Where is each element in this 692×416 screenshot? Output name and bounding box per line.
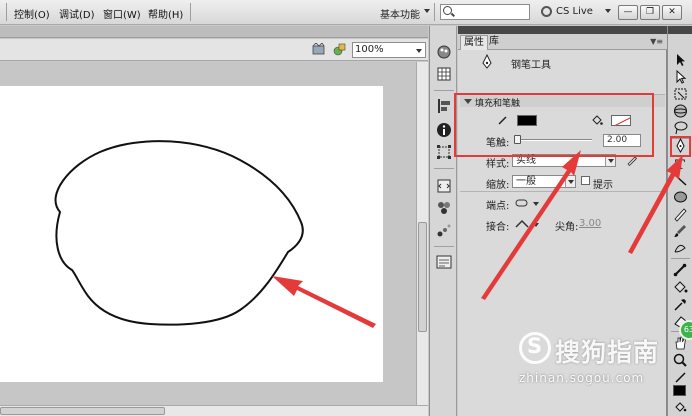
bone-tool-icon[interactable]	[672, 262, 689, 278]
lemon-outline-drawing	[54, 140, 304, 326]
lasso-tool-icon[interactable]	[672, 120, 689, 136]
chevron-down-icon[interactable]	[533, 223, 539, 227]
free-transform-tool-icon[interactable]	[672, 86, 689, 102]
panel-tabs: 属性 库 ▼≡	[458, 34, 667, 50]
scale-label: 缩放:	[486, 180, 510, 191]
dock-separator	[434, 90, 454, 91]
pencil-tool-icon[interactable]	[672, 206, 689, 222]
oval-tool-icon[interactable]	[672, 189, 689, 205]
text-tool-icon[interactable]: T	[672, 155, 689, 171]
section-divider	[460, 191, 665, 192]
logo-letter: S	[527, 334, 543, 358]
scale-select[interactable]: 一般	[512, 175, 576, 188]
info-panel-icon[interactable]	[436, 122, 452, 138]
color-panel-icon[interactable]	[436, 44, 452, 60]
chevron-down-icon[interactable]	[605, 9, 611, 13]
transform-panel-icon[interactable]	[436, 144, 452, 160]
tab-library[interactable]: 库	[486, 35, 502, 50]
hint-label: 提示	[593, 180, 613, 191]
eyedropper-tool-icon[interactable]	[672, 296, 689, 312]
cap-style-icon[interactable]	[514, 198, 530, 208]
selection-tool-icon[interactable]	[672, 52, 689, 68]
scale-value: 一般	[516, 176, 536, 187]
lemon-shape	[54, 140, 304, 326]
scroll-thumb[interactable]	[418, 222, 427, 332]
swatches-panel-icon[interactable]	[436, 66, 452, 82]
3d-rotation-tool-icon[interactable]	[672, 103, 689, 119]
chevron-down-icon	[565, 176, 575, 187]
line-tool-icon[interactable]	[672, 172, 689, 188]
scroll-thumb[interactable]	[0, 407, 165, 415]
cs-live-icon	[541, 6, 552, 17]
tab-properties[interactable]: 属性	[460, 35, 488, 50]
paint-bucket-tool-icon[interactable]	[672, 279, 689, 295]
code-snippets-icon[interactable]	[436, 178, 452, 194]
join-label: 接合:	[486, 222, 510, 233]
panel-title-bar[interactable]	[458, 26, 667, 34]
search-icon	[443, 6, 452, 15]
chevron-down-icon[interactable]	[533, 202, 539, 206]
project-panel-icon[interactable]	[436, 254, 452, 270]
dock-separator	[434, 168, 454, 169]
dock-separator	[434, 246, 454, 247]
close-button[interactable]: ✕	[662, 5, 682, 20]
tools-title-bar[interactable]	[668, 26, 692, 34]
motion-presets-icon[interactable]	[436, 222, 452, 238]
cs-live-button[interactable]: CS Live	[556, 6, 593, 17]
join-style-icon[interactable]	[514, 219, 530, 229]
sogou-watermark: S 搜狗指南 zhinan.sogou.com	[519, 330, 692, 402]
collapsed-panel-dock	[429, 26, 457, 416]
panel-menu-icon[interactable]: ▼≡	[650, 37, 663, 46]
highlight-box	[454, 93, 654, 157]
miter-label: 尖角:	[555, 222, 579, 233]
svg-text:T: T	[675, 157, 685, 171]
components-icon[interactable]	[436, 200, 452, 216]
sogou-logo-icon: S	[519, 332, 551, 364]
watermark-url: zhinan.sogou.com	[519, 371, 645, 385]
style-label: 样式:	[486, 159, 510, 170]
tool-separator	[671, 258, 690, 259]
deco-tool-icon[interactable]	[672, 240, 689, 256]
highlight-box	[670, 136, 691, 157]
subselection-tool-icon[interactable]	[672, 69, 689, 85]
minimize-button[interactable]: —	[618, 5, 638, 20]
restore-button[interactable]: ❐	[640, 5, 660, 20]
selected-tool-name: 钢笔工具	[511, 60, 551, 71]
help-search-input[interactable]	[440, 4, 530, 20]
menu-separator	[434, 3, 435, 21]
cap-label: 端点:	[486, 201, 510, 212]
horizontal-scrollbar[interactable]	[0, 405, 428, 416]
brush-tool-icon[interactable]	[672, 223, 689, 239]
align-panel-icon[interactable]	[436, 98, 452, 114]
vertical-scrollbar[interactable]	[416, 62, 428, 405]
miter-value[interactable]: 3.00	[579, 218, 601, 229]
pen-tool-icon	[482, 54, 492, 69]
hint-checkbox[interactable]	[581, 176, 590, 185]
watermark-text: 搜狗指南	[555, 338, 660, 367]
